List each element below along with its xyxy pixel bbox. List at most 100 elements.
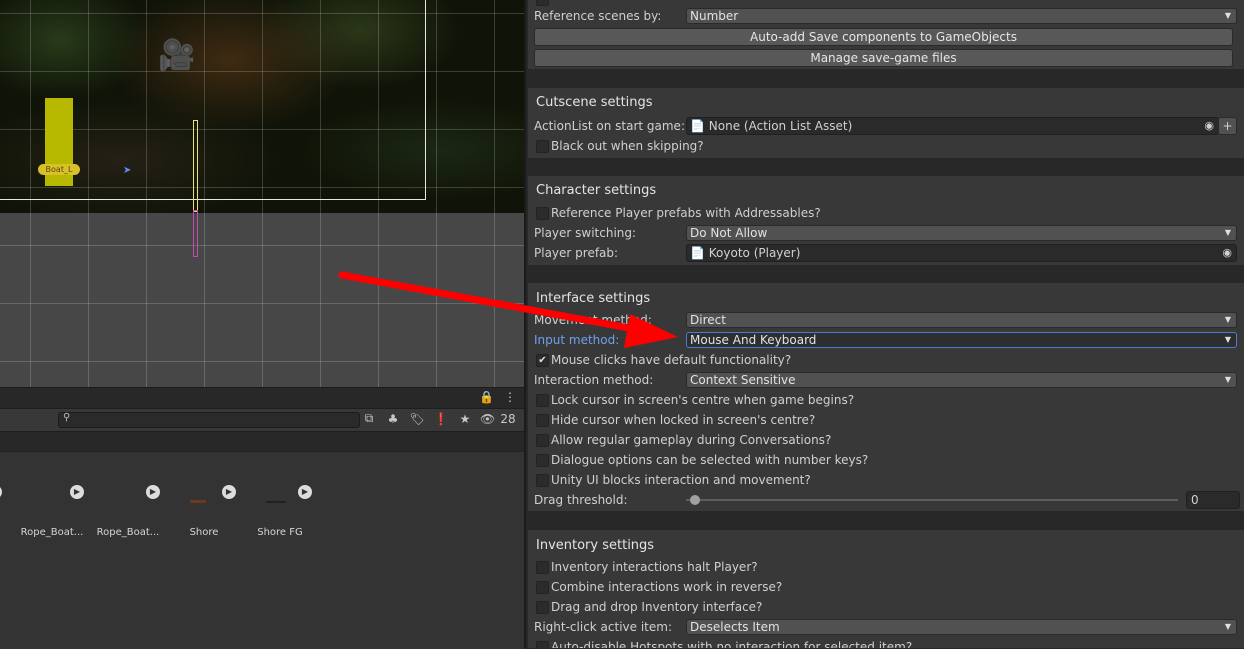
chevron-down-icon: ▼ (1224, 11, 1231, 20)
mouse-clicks-checkbox[interactable]: ✔ (536, 354, 549, 367)
lock-cursor-label: Lock cursor in screen's centre when game… (551, 393, 855, 407)
chevron-down-icon: ▼ (1224, 315, 1231, 324)
inventory-settings-section: Inventory settings Inventory interaction… (528, 530, 1244, 648)
drag-drop-checkbox[interactable] (536, 601, 549, 614)
auto-add-save-components-button[interactable]: Auto-add Save components to GameObjects (534, 28, 1233, 46)
drag-drop-label: Drag and drop Inventory interface? (551, 600, 763, 614)
lock-cursor-checkbox[interactable] (536, 394, 549, 407)
chevron-down-icon: ▼ (1224, 228, 1231, 237)
ref-addressables-label: Reference Player prefabs with Addressabl… (551, 206, 821, 220)
filter-by-type-icon[interactable]: ♣ (384, 412, 402, 426)
actionlist-label: ActionList on start game: (534, 119, 685, 133)
shore-thumbnail (190, 500, 206, 503)
right-click-row: Right-click active item: Deselects Item … (534, 618, 1238, 636)
combine-reverse-label: Combine interactions work in reverse? (551, 580, 783, 594)
mouse-clicks-row: ✔ Mouse clicks have default functionalit… (534, 351, 1238, 369)
camera-gizmo-icon[interactable]: 🎥 (158, 38, 195, 73)
lock-icon[interactable]: 🔒 (479, 390, 494, 404)
add-actionlist-button[interactable]: + (1218, 117, 1237, 135)
movement-method-dropdown[interactable]: Direct ▼ (686, 312, 1237, 328)
dropdown-value: Deselects Item (690, 620, 780, 634)
manage-save-files-button[interactable]: Manage save-game files (534, 49, 1233, 67)
asset-tile[interactable]: ▶ Rope_Boat... (16, 482, 86, 552)
shore-fg-thumbnail (266, 501, 286, 503)
actionlist-object-field[interactable]: 📄 None (Action List Asset) ◉ (686, 117, 1219, 135)
play-icon[interactable]: ▶ (146, 485, 160, 499)
play-icon[interactable]: ▶ (0, 485, 2, 499)
more-options-icon[interactable]: ⋮ (504, 390, 516, 404)
unity-ui-label: Unity UI blocks interaction and movement… (551, 473, 811, 487)
section-title: Cutscene settings (536, 95, 653, 110)
drag-threshold-slider[interactable] (686, 495, 1178, 505)
marker-collider[interactable] (193, 120, 198, 212)
mouse-clicks-label: Mouse clicks have default functionality? (551, 353, 792, 367)
object-field-value: None (Action List Asset) (708, 119, 853, 133)
character-settings-section: Character settings Reference Player pref… (528, 176, 1244, 265)
filter-by-label-icon[interactable]: 🏷 (408, 412, 426, 426)
right-click-dropdown[interactable]: Deselects Item ▼ (686, 619, 1237, 635)
object-picker-icon[interactable]: ◉ (1222, 245, 1232, 261)
object-picker-icon[interactable]: ◉ (1204, 118, 1214, 134)
blackout-checkbox[interactable] (536, 140, 549, 153)
asset-name: Rope_Boat... (20, 527, 84, 538)
section-title: Interface settings (536, 291, 651, 306)
play-icon[interactable]: ▶ (70, 485, 84, 499)
scene-view[interactable]: Boat_L 🎥 ➤ (0, 0, 524, 387)
dropdown-value: Number (690, 9, 739, 23)
unity-ui-checkbox[interactable] (536, 474, 549, 487)
chevron-down-icon: ▼ (1224, 375, 1231, 384)
blackout-row: Black out when skipping? (534, 137, 1238, 155)
chevron-down-icon: ▼ (1224, 335, 1231, 344)
inventory-halt-label: Inventory interactions halt Player? (551, 560, 758, 574)
cutscene-settings-section: Cutscene settings ActionList on start ga… (528, 88, 1244, 158)
drag-threshold-input[interactable]: 0 (1186, 491, 1240, 509)
hide-cursor-label: Hide cursor when locked in screen's cent… (551, 413, 816, 427)
play-icon[interactable]: ▶ (298, 485, 312, 499)
hide-cursor-checkbox[interactable] (536, 414, 549, 427)
hidden-packages-toggle[interactable]: 👁 28 (480, 412, 517, 426)
search-input[interactable]: ⚲ (58, 412, 360, 428)
asset-tile[interactable]: ▶ Shore (168, 482, 238, 552)
boat-object-label[interactable]: Boat_L (38, 164, 80, 175)
combine-reverse-row: Combine interactions work in reverse? (534, 578, 1238, 596)
asset-tile[interactable]: ▶ Shore FG (244, 482, 314, 552)
search-by-type-icon[interactable]: ⧉ (360, 411, 378, 426)
play-icon[interactable]: ▶ (222, 485, 236, 499)
reference-scenes-dropdown[interactable]: Number ▼ (686, 8, 1237, 24)
combine-reverse-checkbox[interactable] (536, 581, 549, 594)
favorite-star-icon[interactable]: ★ (456, 412, 474, 426)
section-title: Inventory settings (536, 538, 655, 553)
player-switching-dropdown[interactable]: Do Not Allow ▼ (686, 225, 1237, 241)
allow-gameplay-label: Allow regular gameplay during Conversati… (551, 433, 832, 447)
marker-collider-lower[interactable] (193, 210, 198, 257)
dialogue-keys-label: Dialogue options can be selected with nu… (551, 453, 869, 467)
actionlist-row: ActionList on start game: 📄 None (Action… (534, 117, 1238, 135)
asset-name: Rope_Boat... (96, 527, 160, 538)
dialogue-keys-checkbox[interactable] (536, 454, 549, 467)
player-prefab-label: Player prefab: (534, 246, 619, 260)
interaction-method-dropdown[interactable]: Context Sensitive ▼ (686, 372, 1237, 388)
dropdown-value: Do Not Allow (690, 226, 768, 240)
auto-disable-checkbox[interactable] (536, 641, 549, 648)
allow-gameplay-checkbox[interactable] (536, 434, 549, 447)
project-toolbar: ⚲ ⧉ ♣ 🏷 ❗ ★ 👁 28 (0, 408, 524, 432)
asset-tile[interactable]: ▶ Rope_Boat... (92, 482, 162, 552)
player-prefab-object-field[interactable]: 📄 Koyoto (Player) ◉ (686, 244, 1237, 262)
input-method-row: Input method: Mouse And Keyboard ▼ (534, 331, 1238, 349)
inventory-halt-checkbox[interactable] (536, 561, 549, 574)
warning-filter-icon[interactable]: ❗ (432, 412, 450, 426)
hidden-count: 28 (500, 411, 516, 426)
slider-handle[interactable] (690, 495, 700, 505)
inspector-panel: Reference scenes by: Number ▼ Auto-add S… (526, 0, 1244, 648)
reference-scenes-row: Reference scenes by: Number ▼ (534, 7, 1238, 25)
input-method-dropdown[interactable]: Mouse And Keyboard ▼ (686, 332, 1237, 348)
lock-cursor-row: Lock cursor in screen's centre when game… (534, 391, 1238, 409)
checkbox[interactable] (536, 0, 549, 6)
player-prefab-row: Player prefab: 📄 Koyoto (Player) ◉ (534, 244, 1238, 262)
interaction-method-label: Interaction method: (534, 373, 654, 387)
reference-scenes-label: Reference scenes by: (534, 9, 662, 23)
inventory-halt-row: Inventory interactions halt Player? (534, 558, 1238, 576)
drag-threshold-row: Drag threshold: 0 (534, 491, 1240, 509)
ref-addressables-checkbox[interactable] (536, 207, 549, 220)
right-click-label: Right-click active item: (534, 620, 672, 634)
